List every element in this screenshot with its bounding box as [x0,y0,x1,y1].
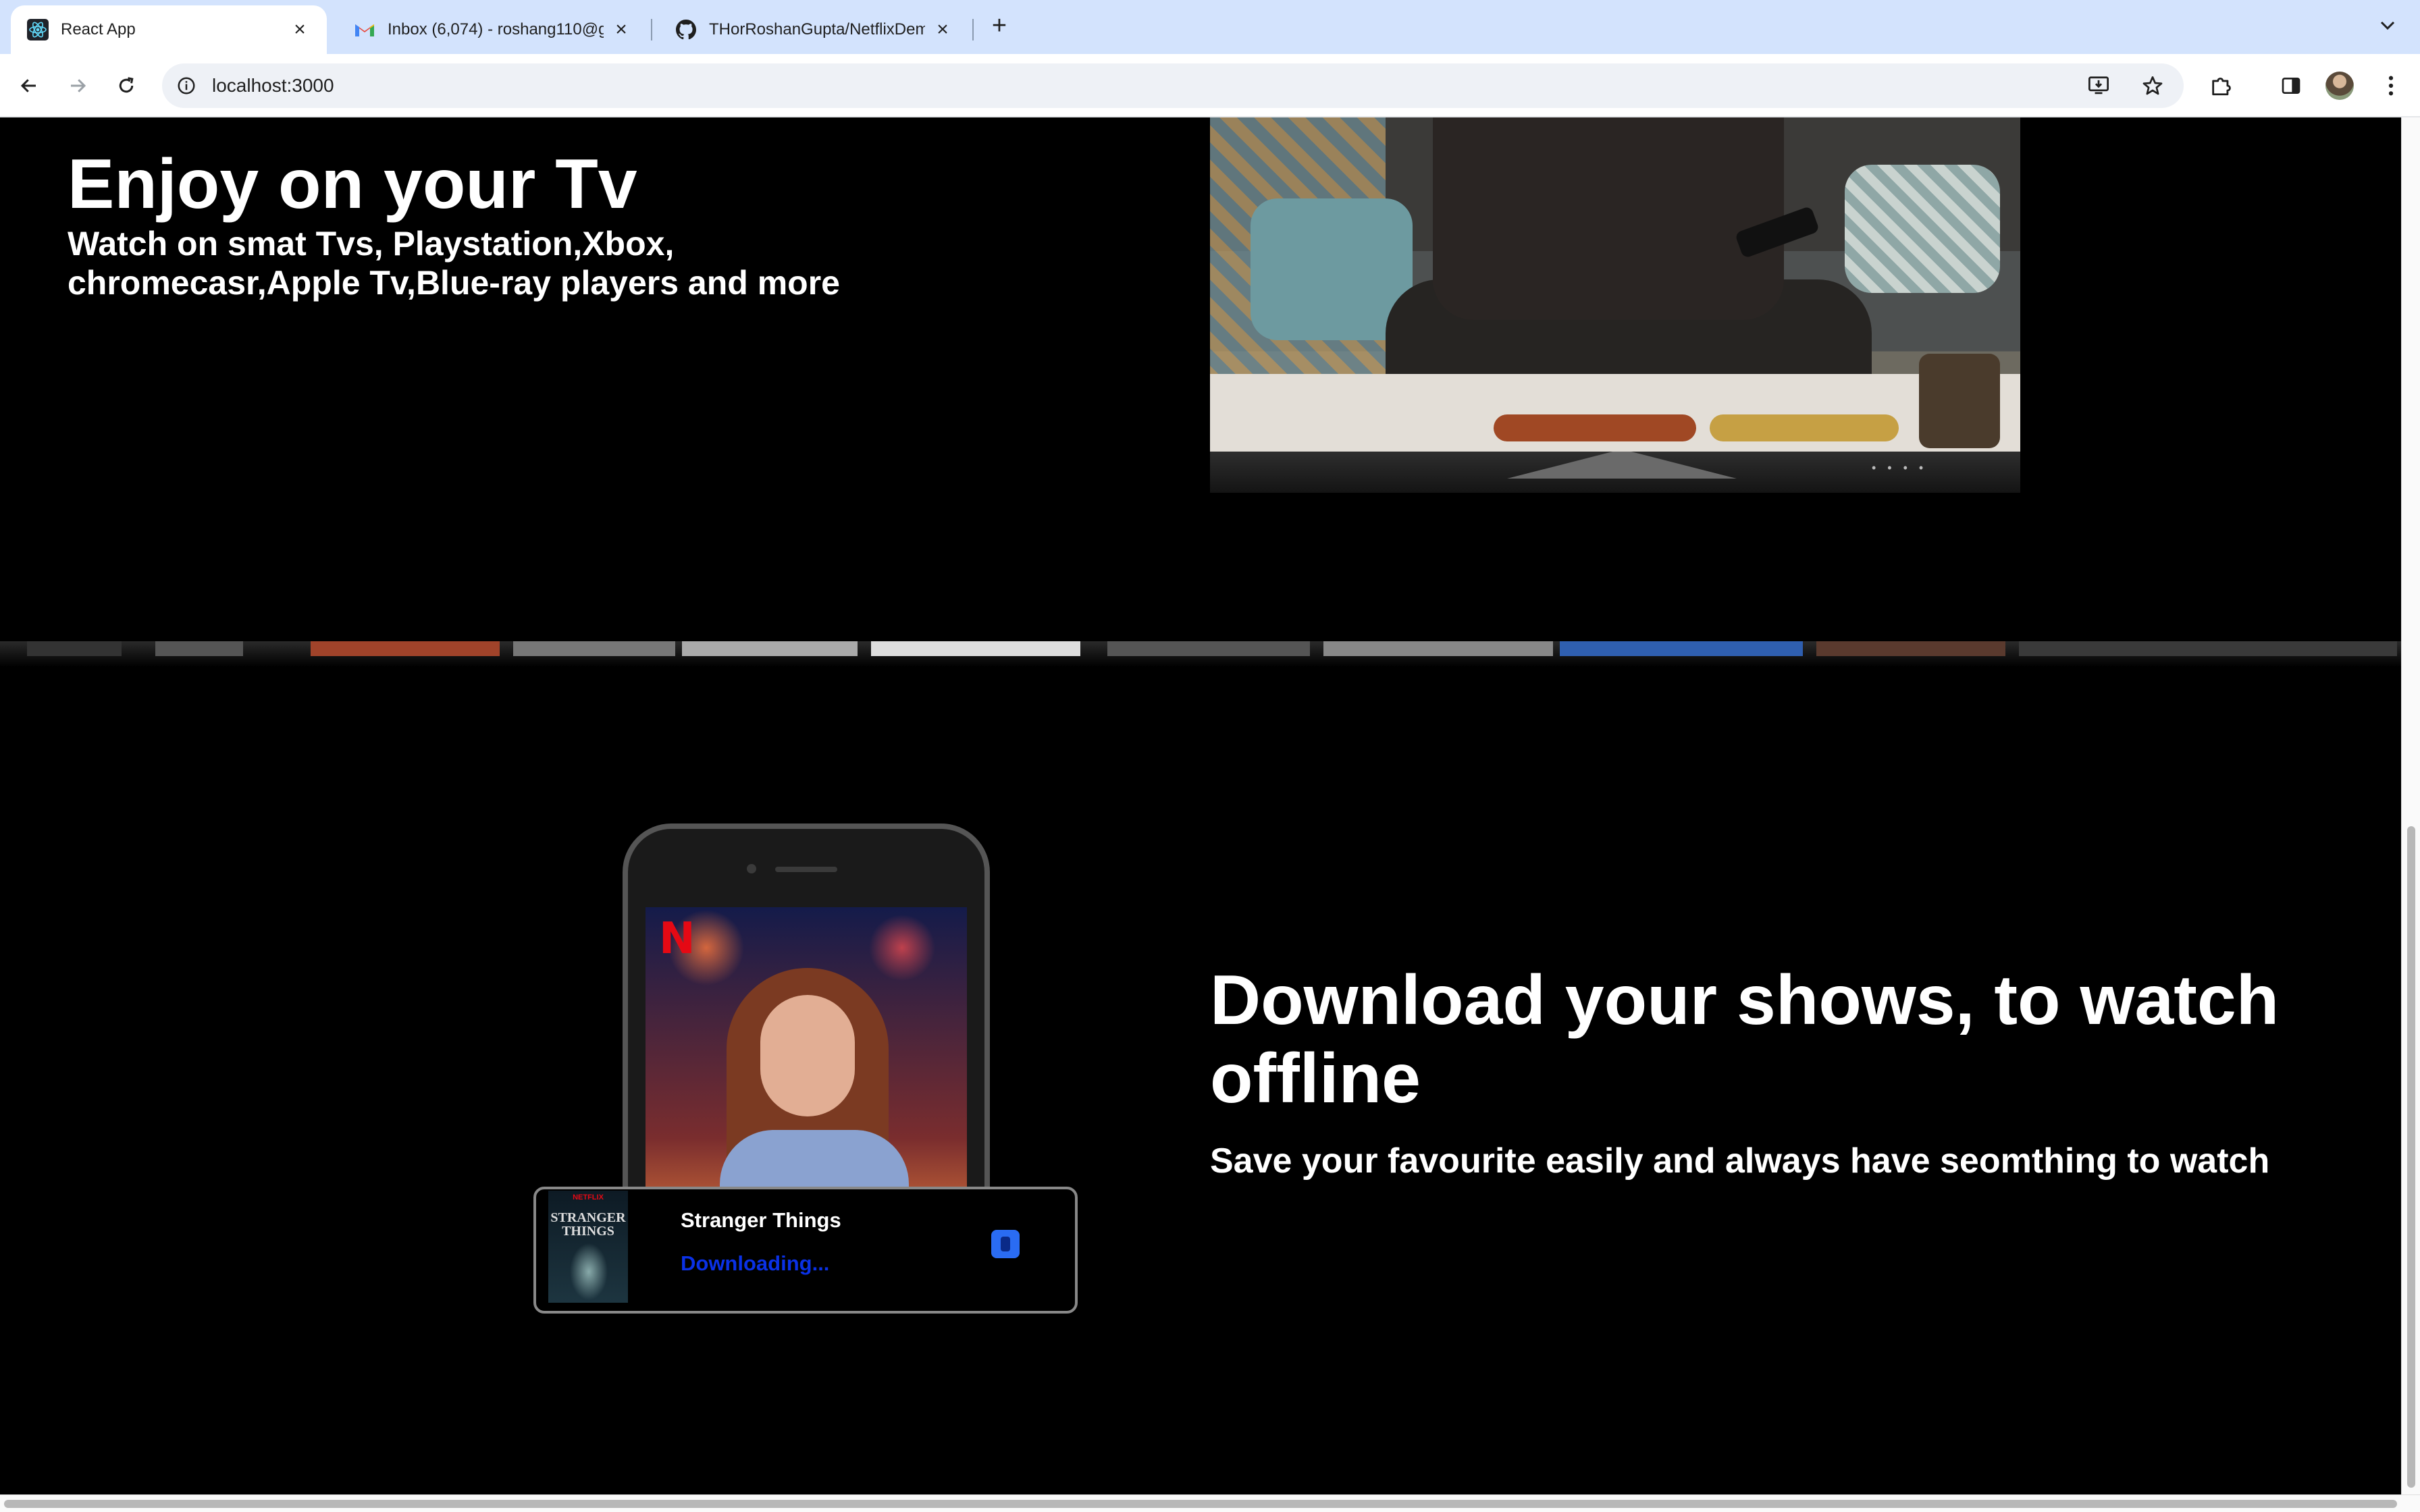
horizontal-scrollbar[interactable] [0,1494,2420,1512]
tab-title: Inbox (6,074) - roshang110@g [388,20,604,38]
tv-stand: • • • • [1210,452,2020,493]
tab-title: THorRoshanGupta/NetflixDem [709,20,925,38]
new-tab-button[interactable]: + [986,11,1013,40]
download-status: Downloading... [681,1251,830,1275]
gmail-icon [354,19,375,40]
tab-title: React App [61,20,136,38]
tv-image: • • • • [1210,117,2020,493]
tab-strip: React App × Inbox (6,074) - roshang110@g… [0,0,2420,54]
close-tab-icon[interactable]: × [932,18,953,40]
back-arrow-icon [20,79,36,92]
address-bar[interactable]: localhost:3000 [162,63,2184,108]
stranger-things-thumbnail: NETFLIX STRANGER THINGS [548,1191,628,1303]
profile-avatar[interactable] [2325,72,2354,100]
vertical-scrollbar[interactable] [2401,117,2420,1494]
download-title: Stranger Things [681,1208,841,1232]
tab-separator [972,19,974,40]
more-menu-icon[interactable] [2374,69,2408,103]
tab-search-chevron-icon[interactable] [2374,12,2401,39]
poster-strip-divider [0,641,2401,667]
download-section-heading: Download your shows, to watch offline [1210,961,2280,1118]
reload-icon [119,77,134,93]
site-info-icon[interactable] [173,72,200,99]
reload-button[interactable] [109,69,143,103]
page-viewport: Enjoy on your Tv Watch on smat Tvs, Play… [0,117,2401,1494]
forward-arrow-icon [71,79,86,92]
url-text[interactable]: localhost:3000 [212,75,334,97]
close-tab-icon[interactable]: × [289,18,311,40]
phone-illustration: N [623,824,990,1238]
extensions-puzzle-icon[interactable] [2204,69,2238,103]
tv-section-heading: Enjoy on your Tv [68,145,637,223]
scrollbar-thumb[interactable] [2407,826,2415,1488]
forward-button[interactable] [61,69,95,103]
tab-react-app[interactable]: React App × [11,5,327,54]
react-icon [27,19,49,40]
netflix-logo: N [659,914,695,964]
tv-screen-photo [1210,117,2020,452]
close-tab-icon[interactable]: × [610,18,632,40]
tv-section-subheading: Watch on smat Tvs, Playstation,Xbox, chr… [68,225,840,302]
install-app-icon[interactable] [2085,72,2112,99]
bookmark-star-icon[interactable] [2139,72,2166,99]
github-icon [675,19,697,40]
tab-separator [651,19,652,40]
tab-github-repo[interactable]: THorRoshanGupta/NetflixDem × [659,5,970,54]
download-card: NETFLIX STRANGER THINGS Stranger Things … [533,1187,1078,1314]
browser-toolbar: localhost:3000 [0,54,2420,117]
back-button[interactable] [12,69,46,103]
scrollbar-thumb[interactable] [4,1500,2397,1508]
download-progress-icon [991,1230,1020,1258]
side-panel-icon[interactable] [2274,69,2308,103]
tab-gmail-inbox[interactable]: Inbox (6,074) - roshang110@g × [338,5,648,54]
download-section-subheading: Save your favourite easily and always ha… [1210,1141,2270,1181]
